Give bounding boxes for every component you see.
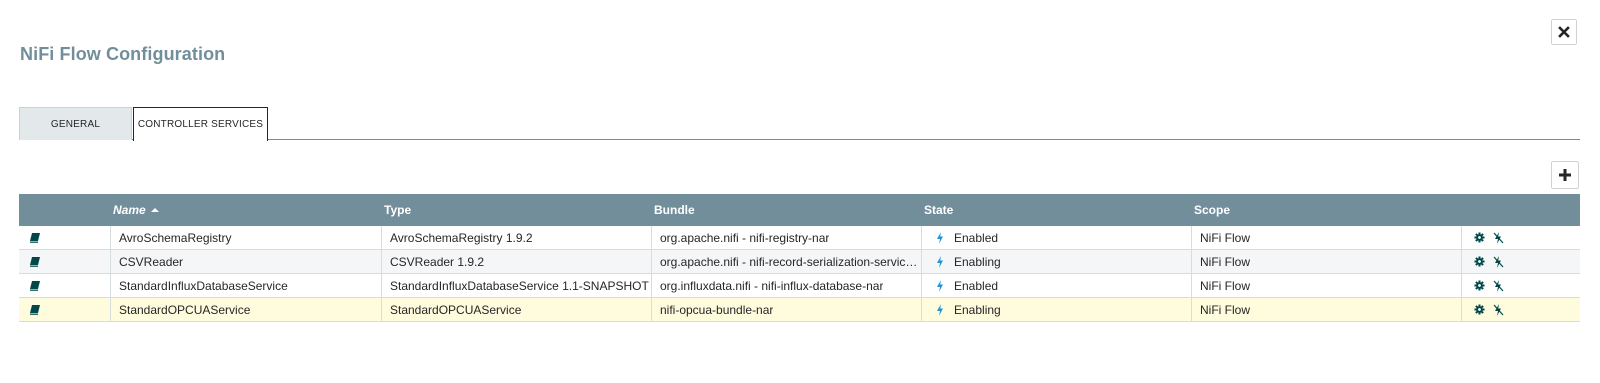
state-cell: Enabling — [922, 250, 1192, 273]
book-icon[interactable] — [29, 280, 41, 291]
usage-cell — [19, 250, 111, 273]
close-button[interactable] — [1551, 19, 1577, 45]
lightning-bolt-icon — [936, 255, 944, 268]
column-header-name[interactable]: Name — [113, 194, 160, 226]
book-icon[interactable] — [29, 232, 41, 243]
bundle-cell: org.apache.nifi - nifi-registry-nar — [652, 226, 922, 249]
book-icon[interactable] — [29, 256, 41, 267]
state-cell: Enabling — [922, 298, 1192, 321]
book-icon[interactable] — [29, 304, 41, 315]
type-cell: AvroSchemaRegistry 1.9.2 — [382, 226, 652, 249]
actions-cell — [1462, 226, 1580, 249]
plus-icon — [1559, 169, 1571, 181]
column-header-scope[interactable]: Scope — [1194, 194, 1230, 226]
disable-bolt-icon[interactable] — [1493, 279, 1504, 292]
name-cell: AvroSchemaRegistry — [111, 226, 382, 249]
tab-controller-services[interactable]: CONTROLLER SERVICES — [133, 107, 268, 141]
column-header-state[interactable]: State — [924, 194, 953, 226]
configure-gear-icon[interactable] — [1474, 280, 1485, 291]
type-cell: StandardInfluxDatabaseService 1.1-SNAPSH… — [382, 274, 652, 297]
usage-cell — [19, 226, 111, 249]
name-cell: StandardOPCUAService — [111, 298, 382, 321]
configure-gear-icon[interactable] — [1474, 256, 1485, 267]
actions-cell — [1462, 298, 1580, 321]
tab-general[interactable]: GENERAL — [19, 107, 132, 140]
column-header-bundle[interactable]: Bundle — [654, 194, 695, 226]
table-header: Name Type Bundle State Scope — [19, 194, 1580, 226]
table-row[interactable]: AvroSchemaRegistry AvroSchemaRegistry 1.… — [19, 226, 1580, 250]
disable-bolt-icon[interactable] — [1493, 231, 1504, 244]
scope-cell: NiFi Flow — [1192, 226, 1462, 249]
type-cell: StandardOPCUAService — [382, 298, 652, 321]
actions-cell — [1462, 274, 1580, 297]
bundle-cell: org.influxdata.nifi - nifi-influx-databa… — [652, 274, 922, 297]
state-cell: Enabled — [922, 274, 1192, 297]
scope-cell: NiFi Flow — [1192, 298, 1462, 321]
lightning-bolt-icon — [936, 231, 944, 244]
column-header-type[interactable]: Type — [384, 194, 411, 226]
configure-gear-icon[interactable] — [1474, 232, 1485, 243]
scope-cell: NiFi Flow — [1192, 274, 1462, 297]
column-header-icon — [19, 194, 111, 226]
table-row[interactable]: StandardInfluxDatabaseService StandardIn… — [19, 274, 1580, 298]
bundle-cell: nifi-opcua-bundle-nar — [652, 298, 922, 321]
lightning-bolt-icon — [936, 303, 944, 316]
state-cell: Enabled — [922, 226, 1192, 249]
type-cell: CSVReader 1.9.2 — [382, 250, 652, 273]
scope-cell: NiFi Flow — [1192, 250, 1462, 273]
disable-bolt-icon[interactable] — [1493, 255, 1504, 268]
lightning-bolt-icon — [936, 279, 944, 292]
table-row-selected[interactable]: StandardOPCUAService StandardOPCUAServic… — [19, 298, 1580, 322]
tab-bar: GENERAL CONTROLLER SERVICES — [19, 107, 1580, 141]
name-cell: StandardInfluxDatabaseService — [111, 274, 382, 297]
disable-bolt-icon[interactable] — [1493, 303, 1504, 316]
table-row[interactable]: CSVReader CSVReader 1.9.2 org.apache.nif… — [19, 250, 1580, 274]
add-controller-service-button[interactable] — [1551, 161, 1579, 189]
bundle-cell: org.apache.nifi - nifi-record-serializat… — [652, 250, 922, 273]
usage-cell — [19, 298, 111, 321]
controller-services-table: Name Type Bundle State Scope AvroSchemaR… — [19, 194, 1580, 322]
configure-gear-icon[interactable] — [1474, 304, 1485, 315]
sort-ascending-icon — [150, 208, 159, 212]
actions-cell — [1462, 250, 1580, 273]
usage-cell — [19, 274, 111, 297]
dialog-title: NiFi Flow Configuration — [20, 44, 226, 64]
close-icon — [1558, 26, 1570, 38]
name-cell: CSVReader — [111, 250, 382, 273]
